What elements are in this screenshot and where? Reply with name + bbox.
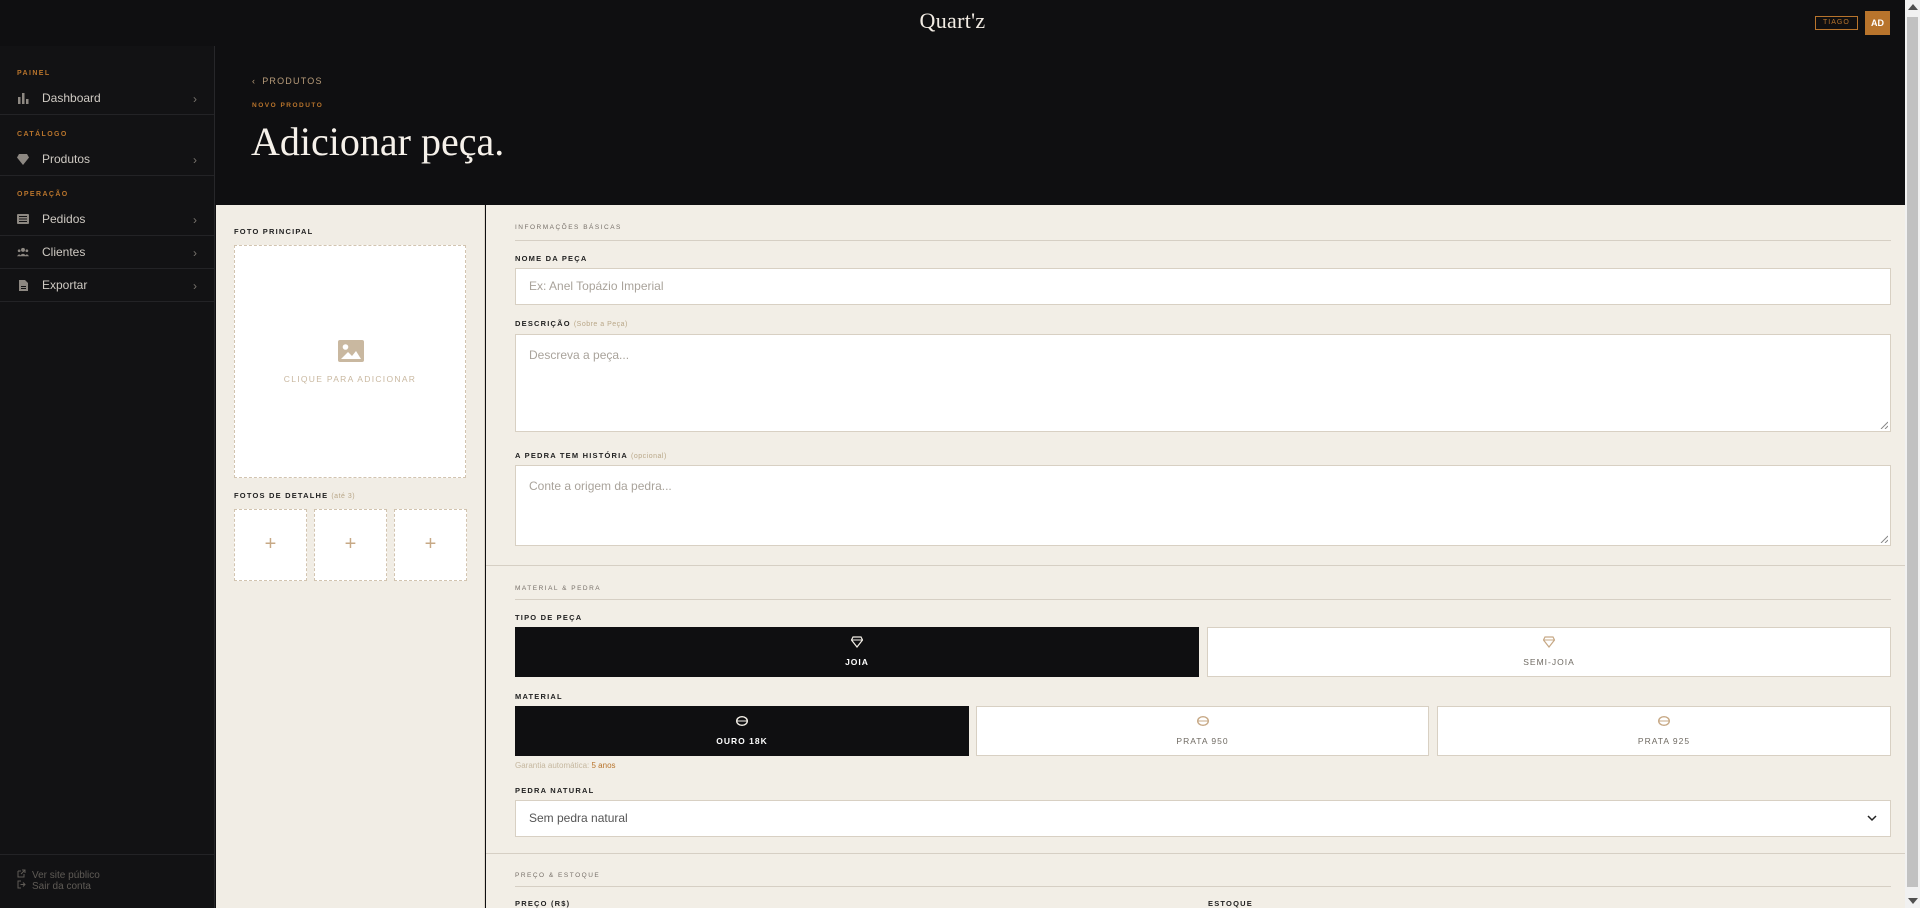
- material-option-prata-925[interactable]: PRATA 925: [1437, 706, 1891, 756]
- description-hint: (Sobre a Peça): [573, 321, 628, 328]
- sidebar-item-exportar[interactable]: Exportar ›: [0, 269, 214, 302]
- story-textarea[interactable]: Conte a origem da pedra...: [515, 465, 1891, 546]
- sidebar-item-pedidos[interactable]: Pedidos ›: [0, 203, 214, 236]
- ring-icon: [1196, 716, 1209, 726]
- section-divider: [515, 240, 1891, 241]
- logout-icon: [17, 880, 26, 892]
- story-hint: (opcional): [631, 453, 667, 460]
- sidebar-section-catalogo: CATÁLOGO: [17, 131, 68, 138]
- story-label: A PEDRA TEM HISTÓRIA (opcional): [515, 451, 667, 460]
- bar-chart-icon: [17, 92, 29, 104]
- diamond-icon: [17, 153, 29, 165]
- page-scrollbar[interactable]: [1905, 0, 1920, 908]
- scroll-up-icon[interactable]: [1908, 4, 1918, 10]
- sidebar-section-operacao: OPERAÇÃO: [17, 191, 69, 198]
- material-label: MATERIAL: [515, 692, 563, 701]
- section-separator: [486, 853, 1905, 854]
- logout-link[interactable]: Sair da conta: [17, 880, 91, 892]
- detail-photos-title: FOTOS DE DETALHE: [234, 491, 329, 500]
- guarantee-value: 5 anos: [591, 761, 616, 770]
- user-name-tag[interactable]: TIAGO: [1815, 16, 1858, 30]
- sidebar-footer-divider: [0, 854, 214, 855]
- story-placeholder: Conte a origem da pedra...: [529, 479, 672, 493]
- section-divider: [515, 886, 1891, 887]
- type-label: TIPO DE PEÇA: [515, 613, 583, 622]
- guarantee-prefix: Garantia automática:: [515, 761, 590, 770]
- material-option-ouro-18k[interactable]: OURO 18K: [515, 706, 969, 756]
- description-title: DESCRIÇÃO: [515, 319, 571, 328]
- description-textarea[interactable]: Descreva a peça...: [515, 334, 1891, 432]
- material-option-label: OURO 18K: [716, 736, 768, 746]
- image-icon: [338, 340, 364, 367]
- users-icon: [17, 246, 29, 258]
- file-icon: [17, 279, 29, 291]
- breadcrumb[interactable]: ‹ PRODUTOS: [252, 76, 323, 86]
- sidebar-item-label: Pedidos: [42, 212, 86, 226]
- description-placeholder: Descreva a peça...: [529, 348, 630, 362]
- scroll-thumb[interactable]: [1907, 17, 1918, 887]
- chevron-right-icon: ›: [193, 279, 197, 293]
- sidebar-item-produtos[interactable]: Produtos ›: [0, 143, 214, 176]
- brand-logo[interactable]: Quart'z: [0, 8, 1905, 34]
- chevron-right-icon: ›: [193, 246, 197, 260]
- chevron-right-icon: ›: [193, 153, 197, 167]
- sidebar-section-painel: PAINEL: [17, 70, 51, 77]
- logout-label: Sair da conta: [32, 880, 91, 892]
- detail-photos-hint: (até 3): [331, 493, 356, 500]
- name-label: NOME DA PEÇA: [515, 254, 588, 263]
- page-title: Adicionar peça.: [251, 119, 505, 164]
- main-photo-cta: CLIQUE PARA ADICIONAR: [283, 374, 417, 384]
- page-eyebrow: NOVO PRODUTO: [252, 102, 324, 109]
- stock-label: ESTOQUE: [1208, 899, 1253, 908]
- resize-handle-icon[interactable]: [1880, 421, 1888, 429]
- sidebar-item-dashboard[interactable]: Dashboard ›: [0, 82, 214, 115]
- scroll-down-icon[interactable]: [1908, 898, 1918, 904]
- stone-select-value: Sem pedra natural: [529, 811, 628, 825]
- detail-photo-slot[interactable]: +: [394, 509, 467, 581]
- price-label: PREÇO (R$): [515, 899, 571, 908]
- sidebar-item-clientes[interactable]: Clientes ›: [0, 236, 214, 269]
- material-option-prata-950[interactable]: PRATA 950: [976, 706, 1429, 756]
- detail-photo-slot[interactable]: +: [314, 509, 387, 581]
- list-icon: [17, 213, 29, 225]
- resize-handle-icon[interactable]: [1880, 535, 1888, 543]
- stone-select[interactable]: Sem pedra natural: [515, 800, 1891, 837]
- sidebar-item-label: Dashboard: [42, 91, 101, 105]
- top-bar: Quart'z TIAGO AD: [0, 0, 1905, 46]
- main-photo-label: FOTO PRINCIPAL: [234, 227, 314, 236]
- diamond-icon: [851, 636, 863, 648]
- guarantee-note: Garantia automática: 5 anos: [515, 761, 616, 770]
- diamond-icon: [1543, 636, 1555, 648]
- material-option-label: PRATA 950: [1176, 736, 1229, 746]
- breadcrumb-label: PRODUTOS: [262, 76, 323, 86]
- main-photo-dropzone[interactable]: CLIQUE PARA ADICIONAR: [234, 245, 466, 478]
- material-section-title: MATERIAL & PEDRA: [515, 585, 602, 592]
- detail-photo-slot[interactable]: +: [234, 509, 307, 581]
- type-option-joia[interactable]: JOIA: [515, 627, 1199, 677]
- chevron-left-icon: ‹: [252, 76, 257, 86]
- type-option-semi-joia[interactable]: SEMI-JOIA: [1207, 627, 1891, 677]
- sidebar-item-label: Produtos: [42, 152, 91, 166]
- chevron-down-icon: [1867, 801, 1877, 836]
- section-divider: [515, 599, 1891, 600]
- stone-label: PEDRA NATURAL: [515, 786, 595, 795]
- public-site-label: Ver site público: [32, 869, 100, 881]
- basic-info-section-title: INFORMAÇÕES BÁSICAS: [515, 224, 622, 231]
- chevron-right-icon: ›: [193, 213, 197, 227]
- type-option-label: SEMI-JOIA: [1523, 657, 1575, 667]
- ring-icon: [736, 716, 748, 726]
- sidebar-item-label: Clientes: [42, 245, 86, 259]
- name-input[interactable]: Ex: Anel Topázio Imperial: [515, 268, 1891, 305]
- material-option-label: PRATA 925: [1637, 736, 1691, 746]
- story-title: A PEDRA TEM HISTÓRIA: [515, 451, 629, 460]
- description-label: DESCRIÇÃO (Sobre a Peça): [515, 319, 628, 328]
- avatar[interactable]: AD: [1865, 11, 1890, 35]
- sidebar-item-label: Exportar: [42, 278, 88, 292]
- section-separator: [486, 565, 1905, 566]
- ring-icon: [1658, 716, 1670, 726]
- type-option-label: JOIA: [845, 657, 869, 667]
- chevron-right-icon: ›: [193, 92, 197, 106]
- price-section-title: PREÇO & ESTOQUE: [515, 872, 601, 879]
- detail-photos-label: FOTOS DE DETALHE (até 3): [234, 491, 355, 500]
